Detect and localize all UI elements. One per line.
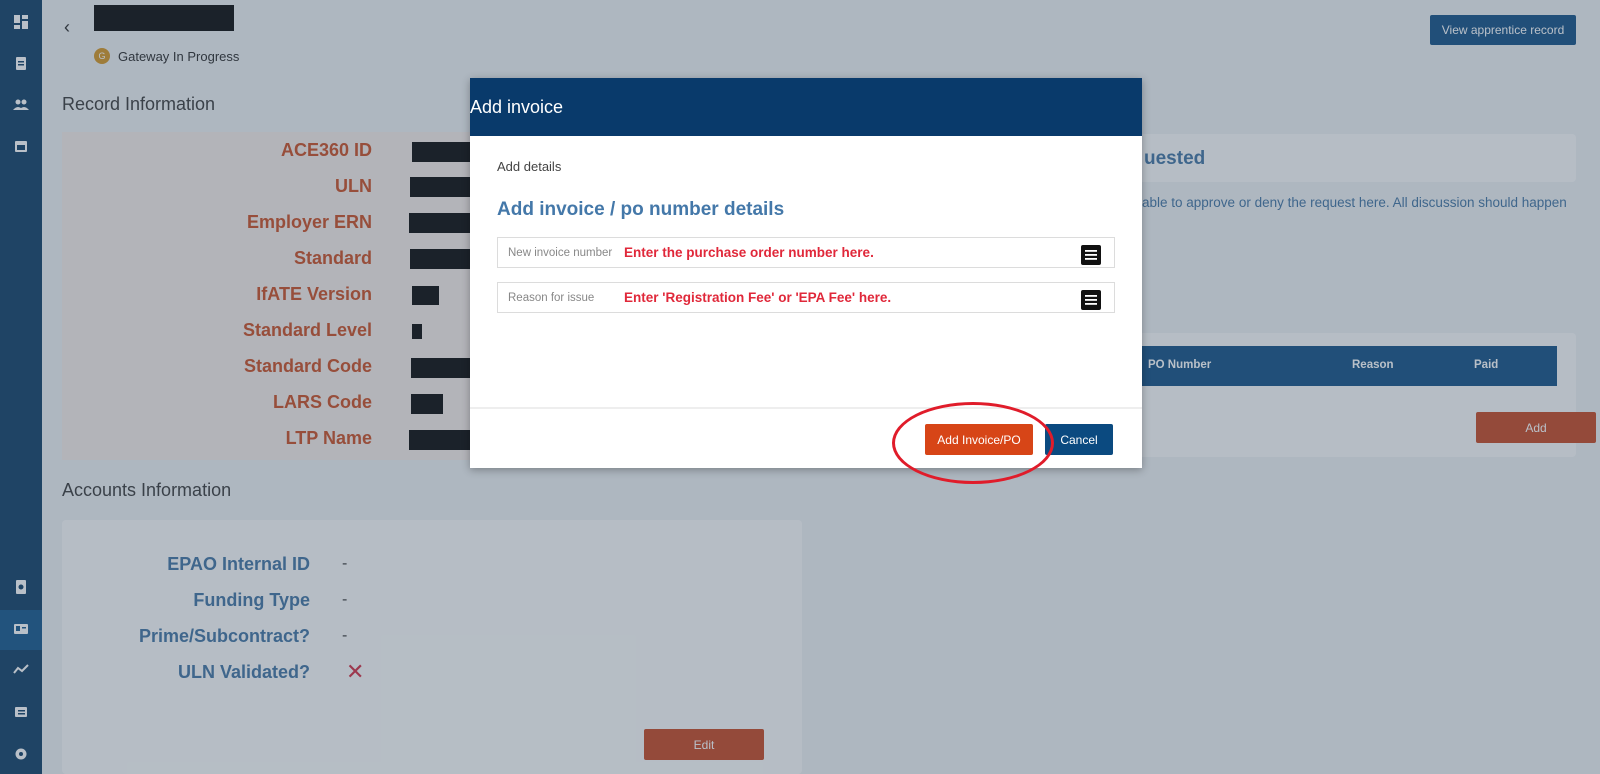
add-invoice-modal: Add invoice Add details Add invoice / po… — [470, 78, 1142, 468]
invoice-number-field[interactable]: New invoice number Enter the purchase or… — [497, 237, 1115, 268]
modal-header: Add invoice — [470, 78, 1142, 136]
invoice-number-label: New invoice number — [508, 247, 613, 259]
form-input-icon — [1081, 245, 1101, 265]
form-input-icon — [1081, 290, 1101, 310]
reason-for-issue-input[interactable]: Enter 'Registration Fee' or 'EPA Fee' he… — [624, 290, 891, 305]
modal-subtitle: Add details — [497, 159, 562, 174]
reason-for-issue-field[interactable]: Reason for issue Enter 'Registration Fee… — [497, 282, 1115, 313]
modal-title: Add invoice — [470, 97, 564, 117]
modal-heading: Add invoice / po number details — [497, 199, 785, 220]
cancel-button[interactable]: Cancel — [1045, 424, 1113, 455]
invoice-number-input[interactable]: Enter the purchase order number here. — [624, 245, 874, 260]
reason-for-issue-label: Reason for issue — [508, 292, 595, 304]
modal-divider — [470, 407, 1142, 409]
annotation-circle — [892, 402, 1054, 484]
